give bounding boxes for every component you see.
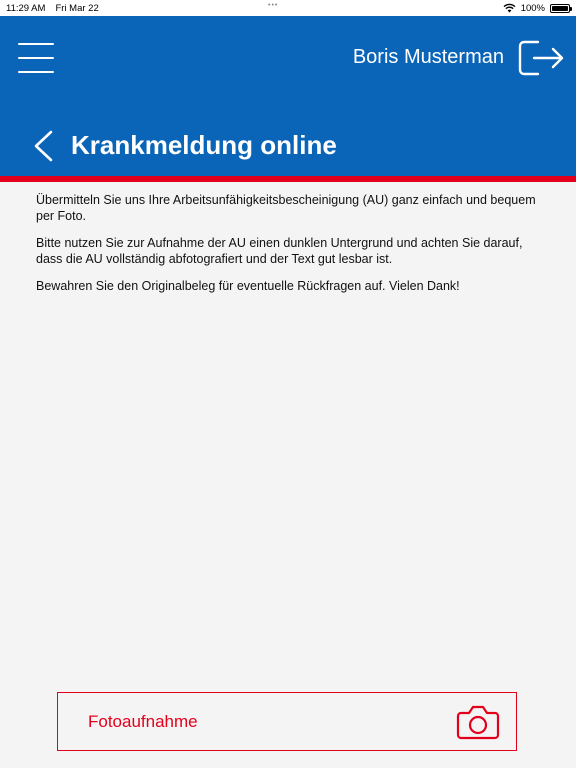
chevron-left-icon[interactable] bbox=[30, 128, 56, 164]
page-title: Krankmeldung online bbox=[71, 130, 337, 160]
user-name: Boris Musterman bbox=[352, 46, 504, 68]
accent-divider bbox=[0, 176, 576, 182]
title-row: Krankmeldung online bbox=[0, 126, 576, 166]
multitasking-dots: ••• bbox=[268, 2, 279, 9]
camera-icon bbox=[456, 705, 500, 739]
battery-icon bbox=[550, 3, 572, 13]
instruction-paragraph: Bitte nutzen Sie zur Aufnahme der AU ein… bbox=[36, 236, 523, 266]
wifi-icon bbox=[503, 3, 516, 13]
photo-capture-button[interactable]: Fotoaufnahme bbox=[57, 692, 517, 751]
hamburger-menu-icon[interactable] bbox=[18, 40, 54, 76]
battery-percent: 100% bbox=[520, 2, 545, 14]
logout-icon[interactable] bbox=[512, 36, 568, 80]
instructions-text: Übermitteln Sie uns Ihre Arbeitsunfähigk… bbox=[36, 192, 536, 305]
status-bar: 11:29 AM Fri Mar 22 ••• 100% bbox=[0, 0, 576, 16]
status-date: Fri Mar 22 bbox=[55, 2, 99, 14]
instruction-paragraph: Übermitteln Sie uns Ihre Arbeitsunfähigk… bbox=[36, 193, 536, 223]
app-header: Boris Musterman Krankmeldung online bbox=[0, 16, 576, 176]
instruction-paragraph: Bewahren Sie den Originalbeleg für event… bbox=[36, 279, 460, 293]
status-time: 11:29 AM bbox=[6, 2, 46, 14]
photo-button-label: Fotoaufnahme bbox=[88, 711, 198, 731]
